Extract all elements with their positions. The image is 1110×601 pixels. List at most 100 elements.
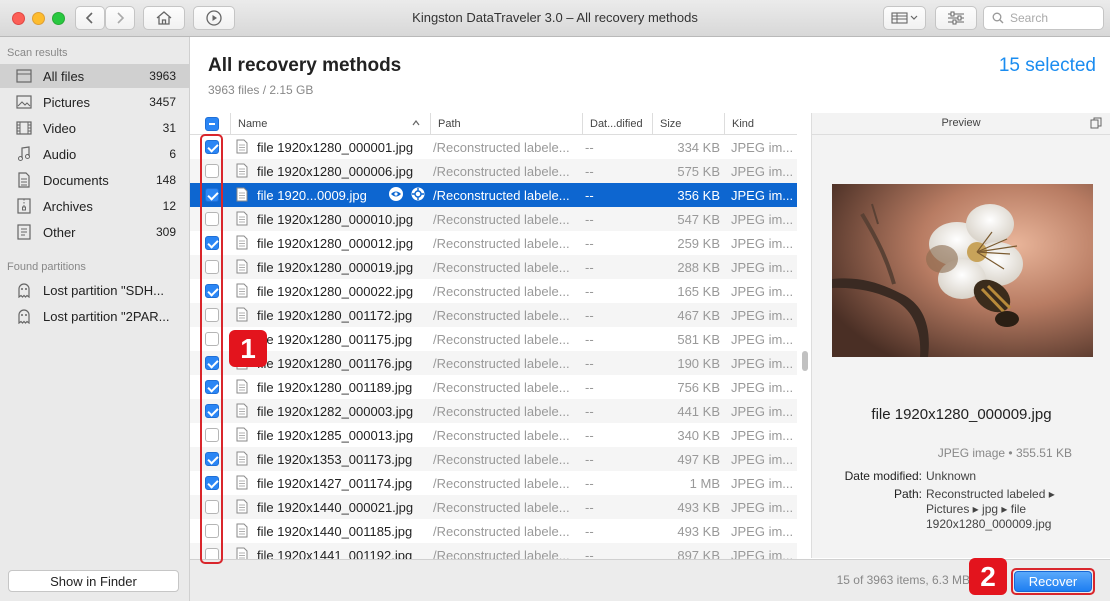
table-row[interactable]: file 1920x1440_001185.jpg/Reconstructed …	[190, 519, 797, 543]
file-icon	[236, 307, 248, 325]
table-row[interactable]: file 1920x1441_001192.jpg/Reconstructed …	[190, 543, 797, 559]
path-label: Path:	[893, 487, 922, 501]
table-row[interactable]: file 1920x1280_000001.jpg/Reconstructed …	[190, 135, 797, 159]
file-size: 575 KB	[677, 164, 720, 179]
file-kind: JPEG im...	[731, 428, 793, 443]
row-checkbox[interactable]	[205, 236, 219, 250]
file-name: file 1920x1441_001192.jpg	[257, 548, 413, 559]
table-row[interactable]: file 1920x1280_001176.jpg/Reconstructed …	[190, 351, 797, 375]
resume-button[interactable]	[193, 6, 235, 30]
file-path: /Reconstructed labele...	[433, 212, 570, 227]
row-checkbox[interactable]	[205, 332, 219, 346]
table-row[interactable]: file 1920x1280_001175.jpg/Reconstructed …	[190, 327, 797, 351]
sort-ascending-icon	[412, 120, 420, 126]
file-name: file 1920x1280_000019.jpg	[257, 260, 414, 275]
home-button[interactable]	[143, 6, 185, 30]
selection-status: 15 of 3963 items, 6.3 MB	[836, 573, 970, 587]
forward-button[interactable]	[105, 6, 135, 30]
selected-count[interactable]: 15 selected	[999, 55, 1096, 77]
table-row[interactable]: file 1920x1280_001172.jpg/Reconstructed …	[190, 303, 797, 327]
file-date: --	[585, 476, 594, 491]
column-size[interactable]: Size	[652, 113, 724, 134]
row-checkbox[interactable]	[205, 284, 219, 298]
row-checkbox[interactable]	[205, 308, 219, 322]
file-date: --	[585, 548, 594, 559]
table-row[interactable]: file 1920...0009.jpg/Reconstructed label…	[190, 183, 797, 207]
file-icon	[236, 547, 248, 559]
copy-icon[interactable]	[1090, 117, 1102, 129]
back-button[interactable]	[75, 6, 105, 30]
sidebar-item-pictures[interactable]: Pictures 3457	[0, 90, 189, 114]
select-all-checkbox[interactable]	[205, 117, 219, 131]
table-row[interactable]: file 1920x1280_000019.jpg/Reconstructed …	[190, 255, 797, 279]
row-checkbox[interactable]	[205, 212, 219, 226]
column-path[interactable]: Path	[430, 113, 582, 134]
locate-icon[interactable]	[411, 187, 425, 201]
table-row[interactable]: file 1920x1427_001174.jpg/Reconstructed …	[190, 471, 797, 495]
filter-settings-button[interactable]	[935, 6, 977, 30]
file-path: /Reconstructed labele...	[433, 428, 570, 443]
file-icon	[236, 475, 248, 493]
recover-button[interactable]: Recover	[1014, 571, 1092, 592]
file-icon	[236, 139, 248, 157]
file-kind: JPEG im...	[731, 308, 793, 323]
sidebar-item-video[interactable]: Video 31	[0, 116, 189, 140]
minimize-window-button[interactable]	[32, 12, 45, 25]
row-checkbox[interactable]	[205, 404, 219, 418]
row-checkbox[interactable]	[205, 140, 219, 154]
search-field[interactable]	[983, 6, 1104, 30]
row-checkbox[interactable]	[205, 524, 219, 538]
scroll-thumb[interactable]	[802, 351, 808, 371]
file-path: /Reconstructed labele...	[433, 404, 570, 419]
table-row[interactable]: file 1920x1440_000021.jpg/Reconstructed …	[190, 495, 797, 519]
row-checkbox[interactable]	[205, 428, 219, 442]
sidebar: Scan results All files 3963 Pictures 345…	[0, 37, 190, 601]
eye-icon[interactable]	[388, 187, 404, 201]
sidebar-item-partition-1[interactable]: Lost partition "SDH...	[0, 278, 189, 302]
file-kind: JPEG im...	[731, 500, 793, 515]
sidebar-item-audio[interactable]: Audio 6	[0, 142, 189, 166]
row-checkbox[interactable]	[205, 164, 219, 178]
table-row[interactable]: file 1920x1285_000013.jpg/Reconstructed …	[190, 423, 797, 447]
view-mode-button[interactable]	[883, 6, 926, 30]
table-row[interactable]: file 1920x1280_001189.jpg/Reconstructed …	[190, 375, 797, 399]
file-date: --	[585, 308, 594, 323]
ghost-icon	[16, 282, 36, 298]
sidebar-item-archives[interactable]: Archives 12	[0, 194, 189, 218]
search-input[interactable]	[1010, 11, 1090, 25]
row-checkbox[interactable]	[205, 476, 219, 490]
sidebar-item-other[interactable]: Other 309	[0, 220, 189, 244]
table-row[interactable]: file 1920x1282_000003.jpg/Reconstructed …	[190, 399, 797, 423]
table-row[interactable]: file 1920x1353_001173.jpg/Reconstructed …	[190, 447, 797, 471]
file-path: /Reconstructed labele...	[433, 188, 570, 203]
file-path: /Reconstructed labele...	[433, 308, 570, 323]
search-icon	[992, 12, 1004, 24]
file-size: 547 KB	[677, 212, 720, 227]
zoom-window-button[interactable]	[52, 12, 65, 25]
table-row[interactable]: file 1920x1280_000022.jpg/Reconstructed …	[190, 279, 797, 303]
column-date-modified[interactable]: Dat...dified	[582, 113, 652, 134]
table-row[interactable]: file 1920x1280_000012.jpg/Reconstructed …	[190, 231, 797, 255]
table-row[interactable]: file 1920x1280_000006.jpg/Reconstructed …	[190, 159, 797, 183]
row-checkbox[interactable]	[205, 380, 219, 394]
play-circle-icon	[206, 10, 222, 26]
column-name[interactable]: Name	[230, 113, 423, 134]
row-checkbox[interactable]	[205, 188, 219, 202]
file-kind: JPEG im...	[731, 380, 793, 395]
row-checkbox[interactable]	[205, 548, 219, 559]
sidebar-item-label: Audio	[43, 146, 77, 162]
vertical-scrollbar[interactable]	[800, 135, 810, 559]
row-checkbox[interactable]	[205, 452, 219, 466]
sidebar-item-all-files[interactable]: All files 3963	[0, 64, 189, 88]
sidebar-item-partition-2[interactable]: Lost partition "2PAR...	[0, 304, 189, 328]
file-size: 497 KB	[677, 452, 720, 467]
file-path: /Reconstructed labele...	[433, 500, 570, 515]
row-checkbox[interactable]	[205, 356, 219, 370]
table-row[interactable]: file 1920x1280_000010.jpg/Reconstructed …	[190, 207, 797, 231]
show-in-finder-button[interactable]: Show in Finder	[8, 570, 179, 592]
sidebar-item-documents[interactable]: Documents 148	[0, 168, 189, 192]
row-checkbox[interactable]	[205, 500, 219, 514]
column-kind[interactable]: Kind	[724, 113, 797, 134]
close-window-button[interactable]	[12, 12, 25, 25]
row-checkbox[interactable]	[205, 260, 219, 274]
